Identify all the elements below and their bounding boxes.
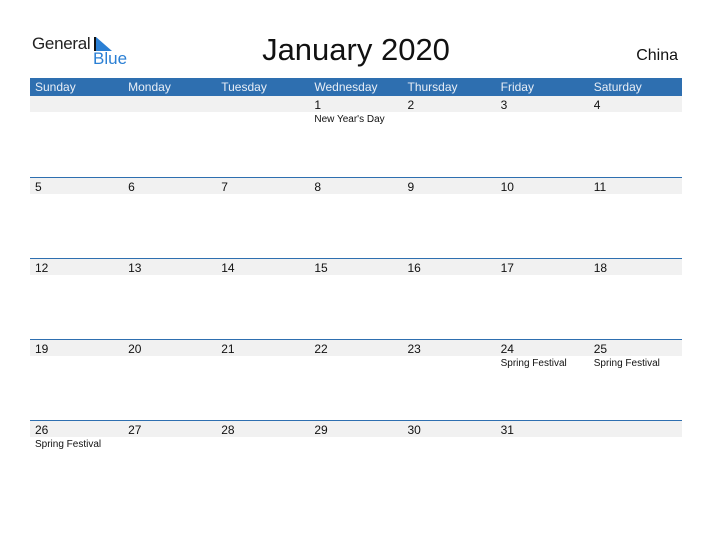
day-number: 23: [407, 342, 421, 356]
holiday-label: Spring Festival: [593, 358, 660, 369]
day-cell[interactable]: [216, 96, 309, 176]
day-number: 12: [35, 261, 49, 275]
day-cell[interactable]: 19: [30, 339, 123, 419]
day-cell[interactable]: 8: [309, 177, 402, 257]
day-cell[interactable]: 7: [216, 177, 309, 257]
week-row: 12 13 14 15 16 17 18: [30, 258, 682, 339]
day-number: 26: [35, 423, 49, 437]
day-cell[interactable]: 6: [123, 177, 216, 257]
day-cell[interactable]: [589, 420, 682, 500]
day-cell[interactable]: 3: [496, 96, 589, 176]
day-cell[interactable]: 27: [123, 420, 216, 500]
day-number: 2: [407, 98, 415, 112]
day-number: [35, 96, 123, 113]
day-number: 4: [593, 98, 601, 112]
day-number: 21: [221, 342, 235, 356]
week-row: 1 New Year's Day 2 3 4: [30, 96, 682, 177]
day-number: 10: [500, 180, 514, 194]
day-cell[interactable]: 11: [589, 177, 682, 257]
day-number: 30: [407, 423, 421, 437]
day-cell[interactable]: 4: [589, 96, 682, 176]
day-number: 16: [407, 261, 421, 275]
day-cell[interactable]: 15: [309, 258, 402, 338]
week-row: 26 Spring Festival 27 28 29 30 31: [30, 420, 682, 501]
weekday-header: Sunday Monday Tuesday Wednesday Thursday…: [30, 78, 682, 96]
day-number: 18: [593, 261, 608, 275]
day-number: 31: [500, 423, 514, 437]
day-number: [128, 96, 216, 113]
week-cells: 26 Spring Festival 27 28 29 30 31: [30, 420, 682, 500]
day-number: 20: [128, 342, 142, 356]
day-number: 6: [128, 180, 135, 194]
day-number: 1: [314, 98, 322, 112]
day-number: 9: [407, 180, 415, 194]
week-row: 5 6 7 8 9 10 11: [30, 177, 682, 258]
day-number: 28: [221, 423, 235, 437]
day-cell[interactable]: 9: [403, 177, 496, 257]
weekday-wednesday: Wednesday: [314, 80, 378, 94]
day-cell[interactable]: 21: [216, 339, 309, 419]
day-cell[interactable]: 22: [309, 339, 402, 419]
day-cell[interactable]: 5: [30, 177, 123, 257]
weekday-friday: Friday: [500, 80, 534, 94]
day-cell[interactable]: [123, 96, 216, 176]
day-number: 11: [593, 180, 607, 194]
day-number: 7: [221, 180, 228, 194]
day-number: [221, 96, 309, 113]
day-cell[interactable]: 17: [496, 258, 589, 338]
weekday-saturday: Saturday: [593, 80, 642, 94]
day-cell[interactable]: 18: [589, 258, 682, 338]
day-cell[interactable]: 12: [30, 258, 123, 338]
day-cell[interactable]: 30: [403, 420, 496, 500]
weekday-tuesday: Tuesday: [221, 80, 267, 94]
day-number: 27: [128, 423, 142, 437]
day-cell[interactable]: 13: [123, 258, 216, 338]
day-cell[interactable]: 25 Spring Festival: [589, 339, 682, 419]
weekday-monday: Monday: [128, 80, 171, 94]
day-cell[interactable]: 26 Spring Festival: [30, 420, 123, 500]
day-number: 29: [314, 423, 328, 437]
week-row: 19 20 21 22 23 24 Spring Festival 25 Spring Fest…: [30, 339, 682, 420]
week-cells: 1 New Year's Day 2 3 4: [30, 96, 682, 176]
day-cell[interactable]: 31: [496, 420, 589, 500]
day-cell[interactable]: 14: [216, 258, 309, 338]
day-cell[interactable]: 28: [216, 420, 309, 500]
day-number: 22: [314, 342, 328, 356]
day-number: 15: [314, 261, 328, 275]
day-cell[interactable]: 16: [403, 258, 496, 338]
day-cell[interactable]: 2: [403, 96, 496, 176]
day-number: 14: [221, 261, 235, 275]
country-label: China: [636, 47, 678, 64]
weekday-thursday: Thursday: [407, 80, 458, 94]
day-number: 5: [35, 180, 42, 194]
calendar-title: January 2020: [262, 32, 450, 67]
weekday-sunday: Sunday: [35, 80, 76, 94]
day-number: 17: [500, 261, 514, 275]
holiday-label: Spring Festival: [35, 439, 102, 450]
day-number: 13: [128, 261, 142, 275]
day-number: 3: [500, 98, 508, 112]
day-cell[interactable]: 24 Spring Festival: [496, 339, 589, 419]
day-cell[interactable]: [30, 96, 123, 176]
day-cell[interactable]: 20: [123, 339, 216, 419]
day-number: 19: [35, 342, 49, 356]
week-cells: 12 13 14 15 16 17 18: [30, 258, 682, 338]
day-cell[interactable]: 1 New Year's Day: [309, 96, 402, 176]
day-cell[interactable]: 10: [496, 177, 589, 257]
day-cell[interactable]: 23: [403, 339, 496, 419]
day-number: 8: [314, 180, 322, 194]
week-cells: 19 20 21 22 23 24 Spring Festival 25 Spring Fest…: [30, 339, 682, 419]
week-cells: 5 6 7 8 9 10 11: [30, 177, 682, 257]
holiday-label: Spring Festival: [500, 358, 567, 369]
holiday-label: New Year's Day: [314, 114, 385, 125]
day-number: 25: [593, 342, 608, 356]
day-number: 24: [500, 342, 514, 356]
day-number: [594, 420, 682, 438]
day-cell[interactable]: 29: [309, 420, 402, 500]
